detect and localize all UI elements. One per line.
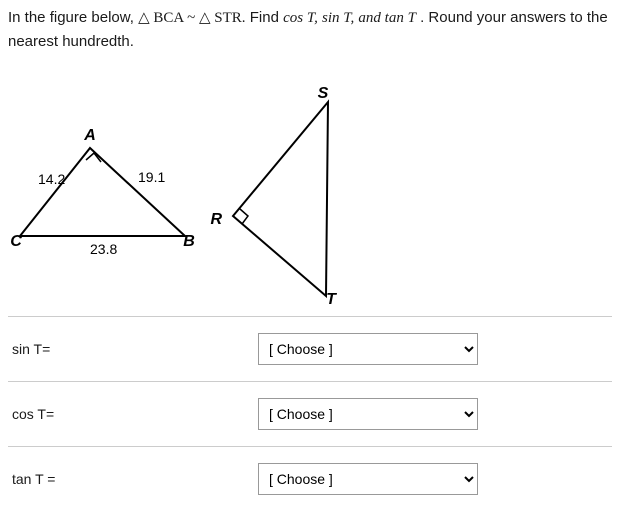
vertex-T: T — [326, 291, 337, 306]
q-find2: sin T, — [322, 10, 354, 26]
select-cell-cos: [ Choose ] — [258, 398, 612, 430]
side-CB: 23.8 — [90, 241, 117, 257]
q-similar: △ BCA ~ △ STR. — [138, 10, 245, 26]
vertex-R: R — [210, 211, 222, 228]
left-triangle: A C B 14.2 19.1 23.8 — [10, 127, 195, 257]
answer-row-cos: cos T= [ Choose ] — [8, 381, 612, 446]
label-cos: cos T= — [8, 406, 258, 422]
q-prefix: In the figure below, — [8, 9, 138, 26]
q-mid: Find — [250, 9, 283, 26]
vertex-C: C — [10, 233, 22, 250]
answer-row-sin: sin T= [ Choose ] — [8, 316, 612, 381]
select-tan[interactable]: [ Choose ] — [258, 463, 478, 495]
vertex-B: B — [183, 233, 195, 250]
q-find3: and tan T — [358, 10, 416, 26]
side-CA: 14.2 — [38, 171, 65, 187]
label-sin: sin T= — [8, 341, 258, 357]
select-cell-tan: [ Choose ] — [258, 463, 612, 495]
select-cos[interactable]: [ Choose ] — [258, 398, 478, 430]
label-tan: tan T = — [8, 471, 258, 487]
question-text: In the figure below, △ BCA ~ △ STR. Find… — [8, 6, 612, 54]
vertex-A: A — [83, 127, 96, 144]
right-triangle: S R T — [210, 85, 337, 306]
figure-area: A C B 14.2 19.1 23.8 S R T — [8, 76, 612, 306]
select-sin[interactable]: [ Choose ] — [258, 333, 478, 365]
figure-svg: A C B 14.2 19.1 23.8 S R T — [8, 76, 348, 306]
answers-area: sin T= [ Choose ] cos T= [ Choose ] tan … — [8, 316, 612, 511]
answer-row-tan: tan T = [ Choose ] — [8, 446, 612, 511]
side-AB: 19.1 — [138, 169, 165, 185]
select-cell-sin: [ Choose ] — [258, 333, 612, 365]
vertex-S: S — [318, 85, 329, 102]
q-find1: cos T, — [283, 10, 318, 26]
